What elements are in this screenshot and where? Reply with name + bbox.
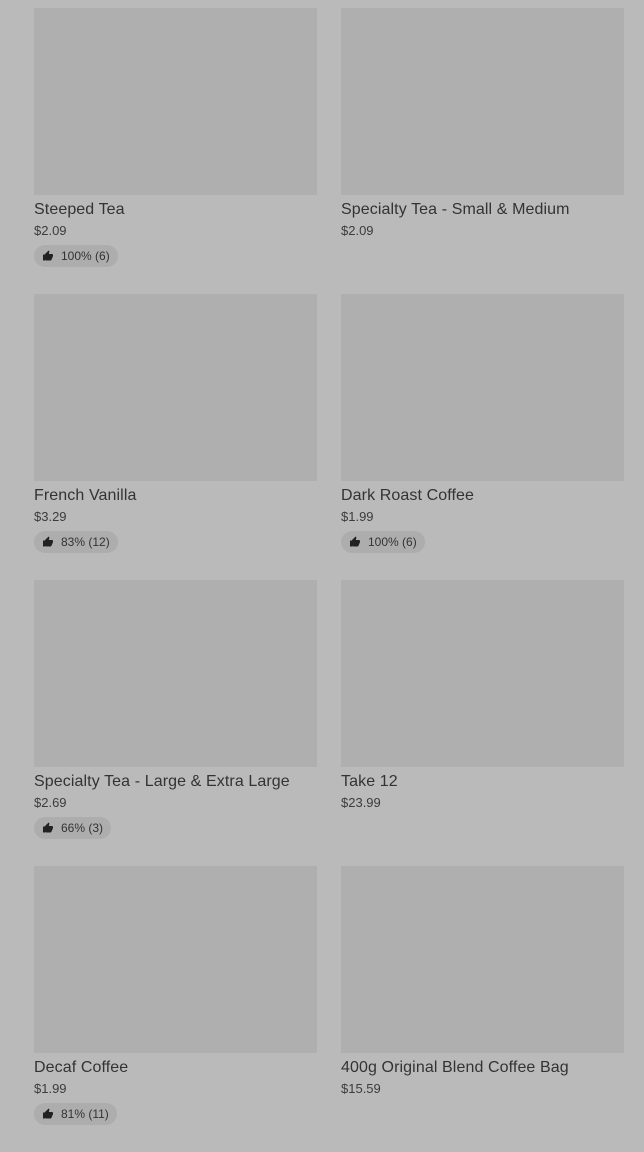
rating-badge: 83% (12): [34, 531, 118, 553]
product-grid: Steeped Tea $2.09 100% (6) Specialty Tea…: [34, 8, 624, 1152]
product-price: $2.09: [341, 223, 374, 238]
rating-text: 100% (6): [61, 249, 110, 263]
product-card[interactable]: Take 12 $23.99: [341, 580, 624, 866]
product-name[interactable]: 400g Original Blend Coffee Bag: [341, 1058, 624, 1078]
product-name[interactable]: Decaf Coffee: [34, 1058, 317, 1078]
rating-badge: 100% (6): [34, 245, 118, 267]
thumbs-up-icon: [43, 1108, 53, 1119]
product-price: $1.99: [34, 1081, 67, 1096]
product-card[interactable]: Dark Roast Coffee $1.99 100% (6): [341, 294, 624, 580]
rating-text: 100% (6): [368, 535, 417, 549]
thumbs-up-icon: [43, 250, 53, 261]
product-price: $1.99: [341, 509, 374, 524]
product-price: $3.29: [34, 509, 67, 524]
product-card[interactable]: 400g Original Blend Coffee Bag $15.59: [341, 866, 624, 1152]
product-name[interactable]: Specialty Tea - Large & Extra Large: [34, 772, 317, 792]
product-price: $2.09: [34, 223, 67, 238]
product-name[interactable]: French Vanilla: [34, 486, 317, 506]
product-name[interactable]: Steeped Tea: [34, 200, 317, 220]
product-price: $23.99: [341, 795, 381, 810]
thumbs-up-icon: [43, 822, 53, 833]
product-image[interactable]: [341, 294, 624, 481]
product-card[interactable]: Steeped Tea $2.09 100% (6): [34, 8, 317, 294]
product-name[interactable]: Dark Roast Coffee: [341, 486, 624, 506]
thumbs-up-icon: [350, 536, 360, 547]
product-image[interactable]: [34, 866, 317, 1053]
product-name[interactable]: Specialty Tea - Small & Medium: [341, 200, 624, 220]
product-card[interactable]: Specialty Tea - Large & Extra Large $2.6…: [34, 580, 317, 866]
thumbs-up-icon: [43, 536, 53, 547]
product-image[interactable]: [34, 8, 317, 195]
rating-badge: 100% (6): [341, 531, 425, 553]
product-image[interactable]: [341, 8, 624, 195]
rating-text: 66% (3): [61, 821, 104, 835]
rating-badge: 81% (11): [34, 1103, 117, 1125]
product-card[interactable]: Specialty Tea - Small & Medium $2.09: [341, 8, 624, 294]
product-price: $2.69: [34, 795, 67, 810]
rating-badge: 66% (3): [34, 817, 112, 839]
rating-text: 83% (12): [61, 535, 110, 549]
product-name[interactable]: Take 12: [341, 772, 624, 792]
product-card[interactable]: French Vanilla $3.29 83% (12): [34, 294, 317, 580]
product-price: $15.59: [341, 1081, 381, 1096]
rating-text: 81% (11): [61, 1107, 109, 1121]
product-image[interactable]: [341, 866, 624, 1053]
product-image[interactable]: [341, 580, 624, 767]
product-image[interactable]: [34, 580, 317, 767]
product-card[interactable]: Decaf Coffee $1.99 81% (11): [34, 866, 317, 1152]
product-image[interactable]: [34, 294, 317, 481]
